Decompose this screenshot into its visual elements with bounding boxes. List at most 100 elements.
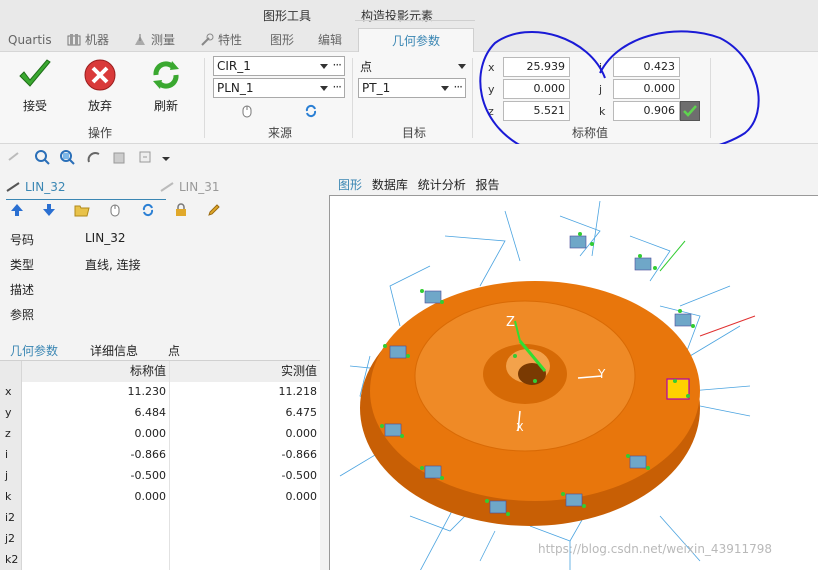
arrow-down-icon[interactable] [42, 203, 56, 217]
cube-icon[interactable] [110, 148, 128, 166]
target-type-select[interactable]: 点 [360, 58, 470, 74]
group-separator [204, 58, 205, 138]
context-tab-construct-projection[interactable]: 构造投影元素 [361, 7, 433, 24]
prop-key-description: 描述 [10, 283, 35, 297]
more-icon[interactable]: ··· [333, 78, 343, 96]
discard-button[interactable]: 放弃 [77, 58, 123, 113]
table-row[interactable]: i -0.866 -0.866 [0, 445, 320, 466]
nominal-i-label: i [599, 61, 603, 74]
grid-cell-nominal[interactable]: 0.000 [22, 424, 170, 445]
tab-graphics[interactable]: 图形 [270, 28, 294, 52]
grid-cell-measured[interactable]: 6.475 [170, 403, 320, 424]
tab-measure[interactable]: 测量 [133, 28, 175, 52]
grid-cell-nominal[interactable]: 0.000 [22, 487, 170, 508]
table-row[interactable]: j -0.500 -0.500 [0, 466, 320, 487]
context-tab-graphics-tools[interactable]: 图形工具 [263, 7, 311, 24]
tab-edit[interactable]: 编辑 [318, 28, 342, 52]
ribbon-tab-row: Quartis 机器 测量 特性 图形 编辑 几何参数 [0, 28, 818, 53]
refresh-button[interactable]: 刷新 [143, 58, 189, 113]
swap-icon[interactable] [141, 203, 155, 217]
grid-row-label: j2 [0, 529, 22, 550]
grid-cell-nominal[interactable]: -0.500 [22, 466, 170, 487]
grid-cell-measured[interactable]: 0.000 [170, 424, 320, 445]
select-arrow-icon[interactable] [6, 148, 24, 166]
view-tab-report[interactable]: 报告 [476, 178, 500, 192]
mouse-icon[interactable] [108, 203, 122, 217]
group-separator [710, 58, 711, 138]
line-feature-icon [6, 182, 20, 192]
chevron-down-icon [320, 86, 328, 91]
grid-cell-nominal[interactable]: 6.484 [22, 403, 170, 424]
tab-machine[interactable]: 机器 [67, 28, 109, 52]
rotate-hand-icon[interactable] [85, 148, 103, 166]
table-row[interactable]: y 6.484 6.475 [0, 403, 320, 424]
more-icon[interactable]: ··· [454, 78, 464, 96]
measure-icon [135, 34, 145, 45]
nominal-z-label: z [488, 105, 494, 118]
view-tab-database[interactable]: 数据库 [372, 178, 408, 192]
table-row[interactable]: z 0.000 0.000 [0, 424, 320, 445]
table-row[interactable]: x 11.230 11.218 [0, 382, 320, 403]
folder-open-icon[interactable] [74, 203, 90, 217]
source-combo-2[interactable]: PLN_1 ··· [213, 78, 345, 98]
table-row[interactable]: k 0.000 0.000 [0, 487, 320, 508]
nominal-y-field[interactable]: 0.000 [503, 79, 570, 99]
zoom-window-icon[interactable] [58, 148, 76, 166]
nominal-z-field[interactable]: 5.521 [503, 101, 570, 121]
confirm-vector-button[interactable] [680, 101, 700, 121]
other-feature-tab[interactable]: LIN_31 [160, 180, 219, 194]
grid-cell-measured[interactable]: 11.218 [170, 382, 320, 403]
grid-cell-measured[interactable] [170, 550, 320, 570]
prop-value-type: 直线, 连接 [85, 258, 141, 272]
current-feature-tab[interactable]: LIN_32 [6, 180, 65, 194]
grid-cell-measured[interactable]: -0.500 [170, 466, 320, 487]
nominal-j-field[interactable]: 0.000 [613, 79, 680, 99]
grid-cell-measured[interactable]: -0.866 [170, 445, 320, 466]
nominal-x-field[interactable]: 25.939 [503, 57, 570, 77]
view-cube-icon[interactable] [136, 148, 154, 166]
graphics-viewport[interactable]: Z Y X [329, 195, 818, 570]
view-tab-statistics[interactable]: 统计分析 [418, 178, 466, 192]
group-label-nominal: 标称值 [571, 126, 608, 140]
grid-cell-measured[interactable] [170, 529, 320, 550]
tab-quartis[interactable]: Quartis [8, 28, 52, 52]
tab-geometry-params[interactable]: 几何参数 [358, 28, 474, 53]
nominal-i-field[interactable]: 0.423 [613, 57, 680, 77]
grid-cell-nominal[interactable]: 11.230 [22, 382, 170, 403]
selected-feature[interactable] [666, 378, 690, 400]
table-row[interactable]: i2 [0, 508, 320, 529]
nominal-k-field[interactable]: 0.906 [613, 101, 680, 121]
axis-label-z: Z [506, 315, 515, 330]
subtab-details[interactable]: 详细信息 [90, 342, 138, 359]
grid-cell-measured[interactable]: 0.000 [170, 487, 320, 508]
grid-cell-measured[interactable] [170, 508, 320, 529]
source-combo-1[interactable]: CIR_1 ··· [213, 56, 345, 76]
lock-icon[interactable] [174, 203, 188, 217]
chevron-down-icon[interactable] [157, 148, 175, 166]
grid-cell-nominal[interactable]: -0.866 [22, 445, 170, 466]
more-icon[interactable]: ··· [333, 56, 343, 74]
grid-header-measured: 实测值 [170, 361, 320, 382]
subtab-geometry-params[interactable]: 几何参数 [10, 342, 58, 359]
grid-cell-nominal[interactable] [22, 508, 170, 529]
subtab-points[interactable]: 点 [168, 342, 180, 359]
geometry-params-grid: 标称值 实测值 x 11.230 11.218 y 6.484 6.475 z 0.000 0.00… [0, 360, 320, 570]
swap-icon[interactable] [304, 104, 318, 118]
target-name-combo[interactable]: PT_1 ··· [358, 78, 466, 98]
part-3d-view[interactable]: Z Y X [330, 196, 818, 570]
source-combo-1-value: CIR_1 [217, 59, 251, 73]
arrow-up-icon[interactable] [10, 203, 24, 217]
mouse-icon[interactable] [240, 104, 254, 118]
table-row[interactable]: k2 [0, 550, 320, 570]
grid-cell-nominal[interactable] [22, 529, 170, 550]
grid-cell-nominal[interactable] [22, 550, 170, 570]
axis-label-y: Y [597, 367, 606, 381]
table-row[interactable]: j2 [0, 529, 320, 550]
nominal-x-label: x [488, 61, 495, 74]
prop-key-reference: 参照 [10, 308, 35, 322]
view-tab-graphics[interactable]: 图形 [338, 178, 362, 192]
zoom-fit-icon[interactable] [33, 148, 51, 166]
accept-button[interactable]: 接受 [12, 58, 58, 113]
tab-feature[interactable]: 特性 [200, 28, 242, 52]
pencil-icon[interactable] [207, 203, 221, 217]
